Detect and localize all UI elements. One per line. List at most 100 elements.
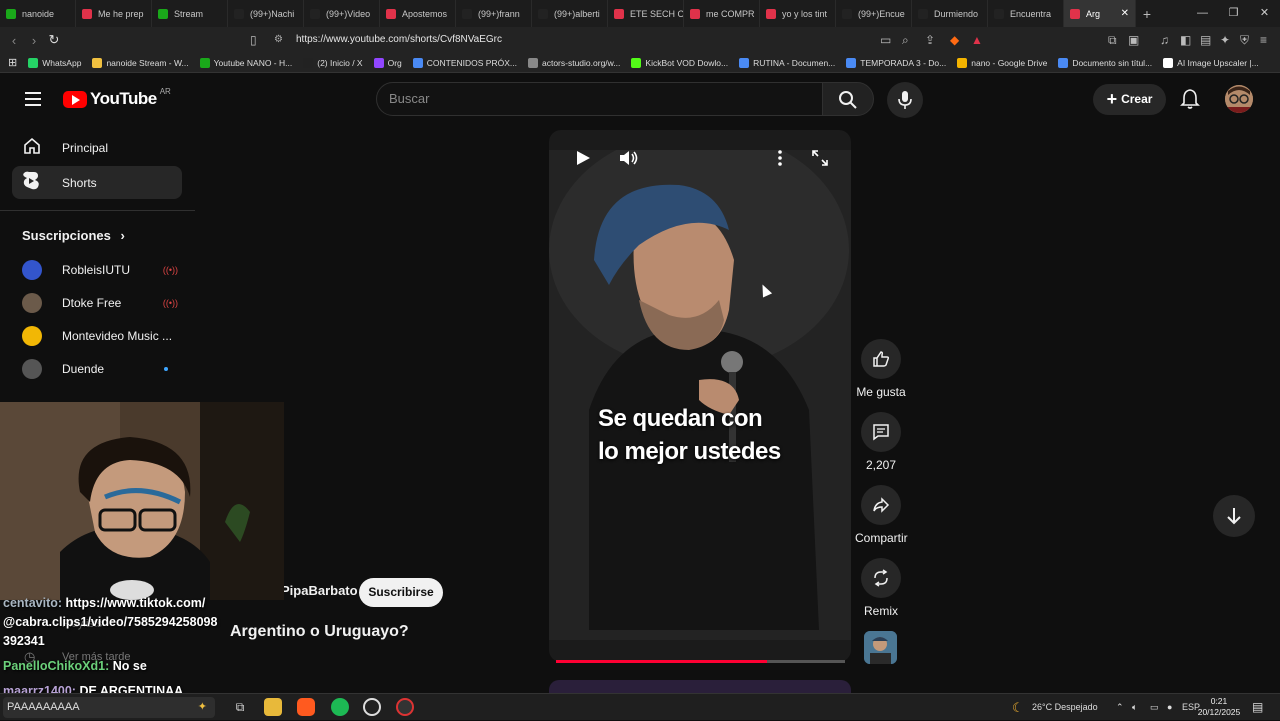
account-avatar[interactable] xyxy=(1225,85,1253,113)
share-page-icon[interactable]: ⇪ xyxy=(925,27,935,53)
bookmark-item[interactable]: actors-studio.org/w... xyxy=(527,57,620,68)
spotify-icon[interactable] xyxy=(331,698,349,716)
subscriptions-title: Suscripciones xyxy=(22,228,111,243)
browser-tab[interactable]: Apostemos xyxy=(380,0,456,27)
subscription-item[interactable]: Duende xyxy=(22,355,192,383)
cast-icon[interactable]: ▭ xyxy=(880,27,891,53)
wallet-icon[interactable]: ▤ xyxy=(1200,27,1211,53)
browser-tab[interactable]: ETE SECH O xyxy=(608,0,684,27)
close-tab-icon[interactable]: ✕ xyxy=(1121,8,1129,19)
next-short-button[interactable] xyxy=(1213,495,1255,537)
voice-search-button[interactable] xyxy=(887,82,923,118)
sidebar-item-shorts[interactable]: Shorts xyxy=(12,166,182,199)
search-input[interactable]: Buscar xyxy=(376,82,823,116)
brave-shield-icon[interactable]: ◆ xyxy=(950,27,959,53)
share-button[interactable]: Compartir xyxy=(855,485,908,545)
more-options-icon[interactable] xyxy=(777,150,783,171)
ai-icon[interactable]: ✦ xyxy=(1220,27,1230,53)
vpn-icon[interactable]: ⛨ xyxy=(1240,27,1249,53)
bookmark-item[interactable]: (2) Inicio / X xyxy=(303,57,363,68)
subscription-item[interactable]: Montevideo Music ... xyxy=(22,322,192,350)
bookmark-item[interactable]: TEMPORADA 3 - Do... xyxy=(846,57,946,68)
play-button[interactable] xyxy=(575,150,591,171)
subscriptions-heading[interactable]: Suscripciones › xyxy=(22,228,125,243)
notification-center-icon[interactable]: ▤ xyxy=(1252,694,1263,721)
tab-favicon-icon xyxy=(614,8,624,19)
bookmarks-bar: ⊞ WhatsApp nanoide Stream - W... Youtube N… xyxy=(0,53,1280,73)
browser-tab[interactable]: yo y los tint xyxy=(760,0,836,27)
bookmark-item[interactable]: KickBot VOD Dowlo... xyxy=(631,57,728,68)
brave-browser-icon[interactable] xyxy=(297,698,315,716)
subscription-item[interactable]: Dtoke Free ((•)) xyxy=(22,289,192,317)
file-explorer-icon[interactable] xyxy=(264,698,282,716)
remix-button[interactable]: Remix xyxy=(855,558,907,618)
back-icon[interactable]: ‹ xyxy=(4,33,24,48)
browser-tab[interactable]: nanoide xyxy=(0,0,76,27)
screenshot-icon[interactable]: ▣ xyxy=(1128,27,1139,53)
bookmark-item[interactable]: Youtube NANO - H... xyxy=(199,57,292,68)
browser-tab[interactable]: Me he prep xyxy=(76,0,152,27)
browser-tab[interactable]: (99+)alberti xyxy=(532,0,608,27)
mic-tray-icon[interactable]: ● xyxy=(1167,694,1172,721)
browser-tab[interactable]: (99+)frann xyxy=(456,0,532,27)
new-tab-icon[interactable]: + xyxy=(1136,6,1158,22)
bookmark-item[interactable]: nanoide Stream - W... xyxy=(92,57,189,68)
fullscreen-icon[interactable] xyxy=(812,150,828,171)
volume-button[interactable] xyxy=(619,150,639,171)
apps-icon[interactable]: ⊞ xyxy=(8,56,17,69)
comments-button[interactable]: 2,207 xyxy=(855,412,907,472)
hamburger-menu-icon[interactable] xyxy=(25,92,41,110)
bookmark-item[interactable]: nano - Google Drive xyxy=(957,57,1047,68)
chevron-up-icon[interactable]: ⌃ xyxy=(1116,694,1124,721)
bookmark-icon[interactable]: ▯ xyxy=(250,27,257,53)
obs-icon[interactable] xyxy=(396,698,414,716)
sidebar-item-home[interactable]: Principal xyxy=(12,131,182,164)
minimize-icon[interactable]: — xyxy=(1187,0,1218,27)
task-view-icon[interactable]: ⧉ xyxy=(231,698,249,716)
channel-name[interactable]: PipaBarbato xyxy=(281,583,358,598)
browser-tab[interactable]: me COMPR xyxy=(684,0,760,27)
sidebar-icon[interactable]: ◧ xyxy=(1180,27,1191,53)
bookmark-item[interactable]: RUTINA - Documen... xyxy=(739,57,835,68)
taskbar-search[interactable]: PAAAAAAAAA ✦ xyxy=(3,697,215,718)
site-info-icon[interactable]: ⚙ xyxy=(274,31,283,49)
search-button[interactable] xyxy=(822,82,874,116)
forward-icon[interactable]: › xyxy=(24,33,44,48)
rewards-icon[interactable]: ▲ xyxy=(971,27,983,53)
youtube-logo[interactable]: YouTube AR xyxy=(63,87,171,109)
network-icon[interactable]: ▭ xyxy=(1150,694,1159,721)
system-clock[interactable]: 0:21 20/12/2025 xyxy=(1196,696,1242,718)
video-progress-bar[interactable] xyxy=(556,660,845,663)
bookmark-item[interactable]: WhatsApp xyxy=(28,57,81,68)
play-icon xyxy=(577,151,590,165)
speaker-icon[interactable]: 🔈︎ xyxy=(1132,694,1137,721)
notifications-bell-icon[interactable] xyxy=(1180,88,1200,115)
subscribe-button[interactable]: Suscribirse xyxy=(359,578,443,607)
browser-tab[interactable]: (99+)Video xyxy=(304,0,380,27)
browser-tab[interactable]: (99+)Encue xyxy=(836,0,912,27)
browser-tab[interactable]: Stream xyxy=(152,0,228,27)
browser-tab[interactable]: Arg ✕ xyxy=(1064,0,1136,27)
maximize-icon[interactable]: ❐ xyxy=(1218,0,1249,27)
app-icon[interactable] xyxy=(363,698,381,716)
extensions-icon[interactable]: ⧉ xyxy=(1108,27,1117,53)
browser-tab[interactable]: Durmiendo xyxy=(912,0,988,27)
weather-text[interactable]: 26°C Despejado xyxy=(1032,694,1098,721)
close-window-icon[interactable]: ✕ xyxy=(1249,0,1280,27)
audio-source-thumbnail[interactable] xyxy=(864,631,897,664)
bookmark-item[interactable]: Documento sin títul... xyxy=(1058,57,1152,68)
bookmark-item[interactable]: AI Image Upscaler |... xyxy=(1163,57,1259,68)
shorts-video-player[interactable] xyxy=(549,130,851,662)
menu-icon[interactable]: ≡ xyxy=(1260,27,1267,53)
video-title[interactable]: Argentino o Uruguayo? xyxy=(230,623,409,641)
zoom-icon[interactable]: ⌕ xyxy=(902,27,909,53)
media-icon[interactable]: ♫ xyxy=(1160,27,1169,53)
bookmark-item[interactable]: Org xyxy=(373,57,402,68)
like-button[interactable]: Me gusta xyxy=(855,339,907,399)
bookmark-item[interactable]: CONTENIDOS PRÓX... xyxy=(412,57,517,68)
subscription-item[interactable]: RobleisIUTU ((•)) xyxy=(22,256,192,284)
reload-icon[interactable]: ↻ xyxy=(44,32,64,48)
browser-tab[interactable]: (99+)Nachi xyxy=(228,0,304,27)
browser-tab[interactable]: Encuentra xyxy=(988,0,1064,27)
create-button[interactable]: + Crear xyxy=(1093,84,1166,115)
